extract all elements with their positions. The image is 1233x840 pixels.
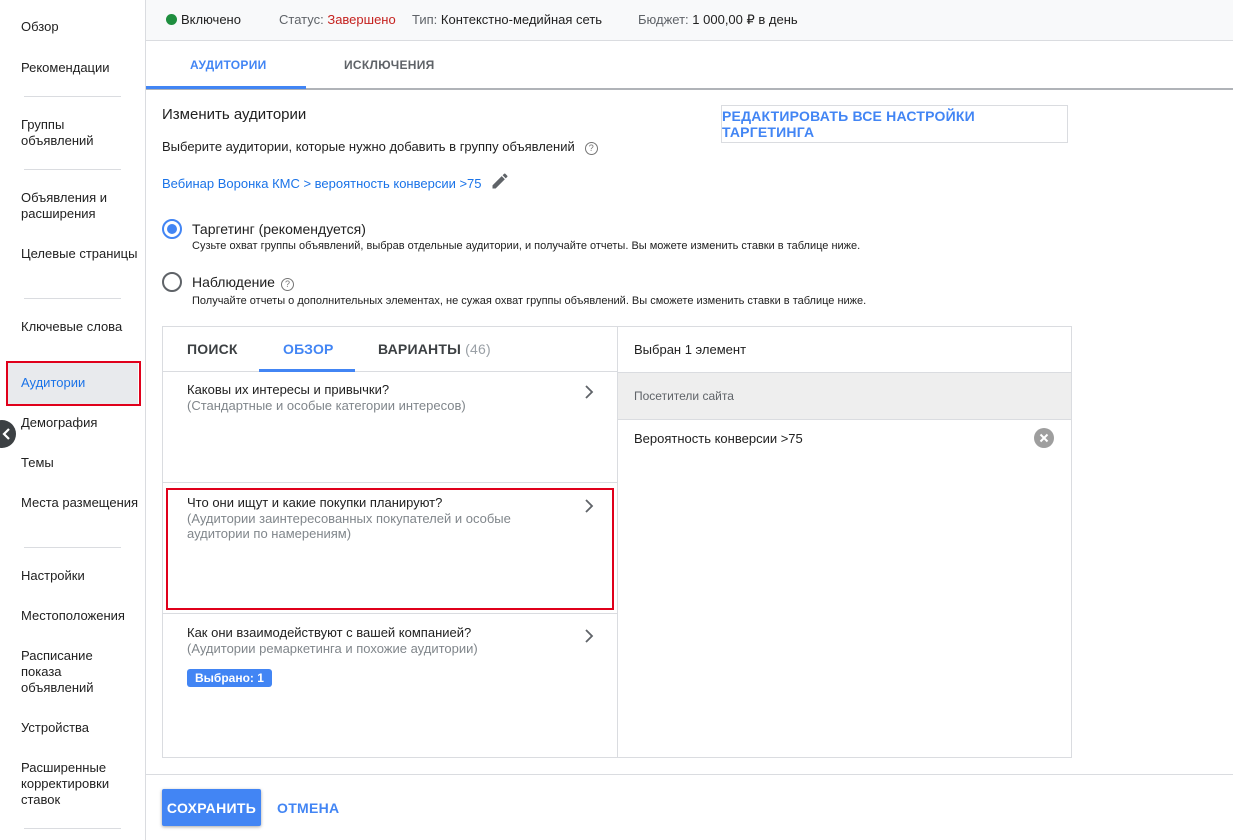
- campaign-status-bar: Включено Статус: Завершено Тип: Контекст…: [146, 0, 1233, 41]
- sidebar-divider: [24, 96, 121, 97]
- sidebar-item-topics[interactable]: Темы: [21, 455, 139, 471]
- type-field: Тип: Контекстно-медийная сеть: [412, 12, 603, 27]
- observation-description: Получайте отчеты о дополнительных элемен…: [192, 295, 867, 307]
- sidebar-item-recommendations[interactable]: Рекомендации: [21, 60, 139, 76]
- sidebar-item-placements[interactable]: Места размещения: [21, 495, 139, 511]
- budget-field: Бюджет: 1 000,00 ₽ в день: [638, 12, 798, 27]
- targeting-description: Сузьте охват группы объявлений, выбрав о…: [192, 240, 861, 252]
- page-tabs: АУДИТОРИИ ИСКЛЮЧЕНИЯ: [146, 41, 1233, 90]
- sidebar-item-ad-groups[interactable]: Группы объявлений: [21, 117, 139, 149]
- sidebar-item-ad-schedule[interactable]: Расписание показа объявлений: [21, 648, 121, 696]
- pencil-icon[interactable]: [490, 171, 510, 191]
- tab-exclusions[interactable]: ИСКЛЮЧЕНИЯ: [344, 58, 435, 72]
- sidebar-item-bid-adjustments[interactable]: Расширенные корректировки ставок: [21, 760, 131, 808]
- radio-observation[interactable]: [162, 272, 182, 292]
- selected-count-badge: Выбрано: 1: [187, 669, 272, 687]
- chevron-right-icon: [585, 629, 594, 643]
- observation-label: Наблюдение?: [192, 274, 294, 291]
- highlight-frame: [6, 361, 141, 406]
- highlight-frame: [166, 488, 614, 610]
- breadcrumb[interactable]: Вебинар Воронка КМС > вероятность конвер…: [162, 176, 482, 191]
- sidebar-item-landing-pages[interactable]: Целевые страницы: [21, 246, 139, 262]
- active-tab-indicator: [146, 86, 306, 89]
- selected-group-header: Посетители сайта: [618, 372, 1071, 420]
- tab-ideas[interactable]: ВАРИАНТЫ (46): [378, 341, 491, 357]
- sidebar-item-overview[interactable]: Обзор: [21, 19, 139, 35]
- chevron-left-icon: [2, 428, 10, 440]
- sidebar: Обзор Рекомендации Группы объявлений Объ…: [0, 0, 146, 840]
- status-field: Статус: Завершено: [279, 12, 396, 27]
- status-value: Завершено: [327, 12, 396, 27]
- sidebar-item-ads-extensions[interactable]: Объявления и расширения: [21, 190, 139, 222]
- sidebar-divider: [24, 169, 121, 170]
- sidebar-item-locations[interactable]: Местоположения: [21, 608, 139, 624]
- sidebar-item-demographics[interactable]: Демография: [21, 415, 139, 431]
- audience-help-text: Выберите аудитории, которые нужно добави…: [162, 139, 598, 155]
- enabled-dot-icon: [166, 14, 177, 25]
- browse-tabs: ПОИСК ОБЗОР ВАРИАНТЫ (46): [163, 327, 617, 372]
- save-button[interactable]: СОХРАНИТЬ: [162, 789, 261, 826]
- tab-audiences[interactable]: АУДИТОРИИ: [190, 58, 267, 72]
- category-interests[interactable]: Каковы их интересы и привычки? (Стандарт…: [163, 372, 617, 482]
- sidebar-divider: [24, 547, 121, 548]
- edit-all-targeting-button[interactable]: РЕДАКТИРОВАТЬ ВСЕ НАСТРОЙКИ ТАРГЕТИНГА: [721, 105, 1068, 143]
- targeting-label: Таргетинг (рекомендуется): [192, 221, 366, 237]
- tab-search[interactable]: ПОИСК: [187, 341, 238, 357]
- close-icon: [1039, 433, 1049, 443]
- cancel-button[interactable]: ОТМЕНА: [277, 800, 339, 816]
- sidebar-item-settings[interactable]: Настройки: [21, 568, 139, 584]
- sidebar-divider: [24, 828, 121, 829]
- help-icon[interactable]: ?: [584, 142, 598, 155]
- enabled-status[interactable]: Включено: [166, 12, 241, 28]
- selected-audience-item: Вероятность конверсии >75: [634, 431, 803, 446]
- remove-audience-button[interactable]: [1034, 428, 1054, 448]
- radio-targeting[interactable]: [162, 219, 182, 239]
- sidebar-item-keywords[interactable]: Ключевые слова: [21, 319, 139, 335]
- help-icon[interactable]: ?: [280, 278, 294, 291]
- tab-browse[interactable]: ОБЗОР: [283, 341, 334, 357]
- chevron-right-icon: [585, 385, 594, 399]
- selected-count-text: Выбран 1 элемент: [634, 342, 747, 357]
- sidebar-divider: [24, 298, 121, 299]
- page-title: Изменить аудитории: [162, 106, 307, 123]
- category-divider: [163, 482, 617, 483]
- selected-audiences-panel: Выбран 1 элемент Посетители сайта Вероят…: [617, 326, 1072, 758]
- sidebar-item-devices[interactable]: Устройства: [21, 720, 139, 736]
